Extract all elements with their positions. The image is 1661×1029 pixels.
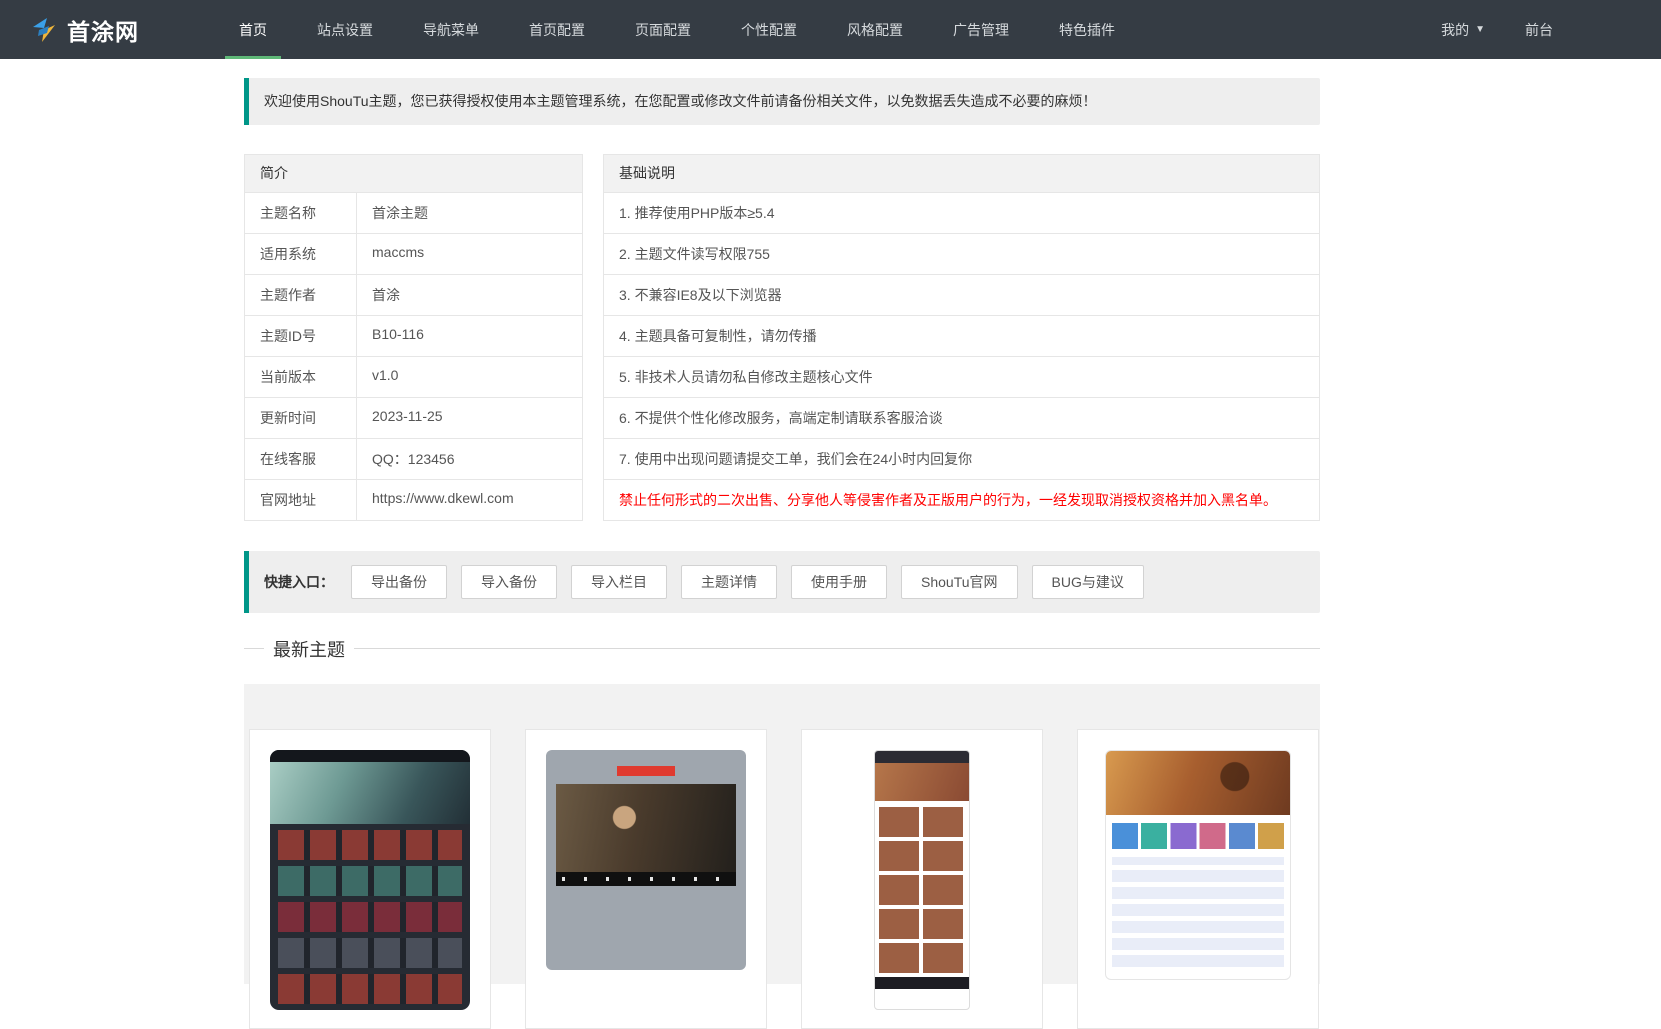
bug-suggestion-button[interactable]: BUG与建议 — [1031, 564, 1144, 599]
export-backup-button[interactable]: 导出备份 — [351, 564, 447, 599]
basics-item: 5. 非技术人员请勿私自修改主题核心文件 — [604, 355, 1319, 397]
intro-panel-title: 简介 — [245, 154, 582, 193]
nav-item-page-config[interactable]: 页面配置 — [610, 0, 716, 59]
intro-row-value: 首涂 — [372, 286, 400, 303]
chevron-down-icon: ▼ — [1475, 24, 1485, 35]
main-content: 欢迎使用ShouTu主题，您已获得授权使用本主题管理系统，在您配置或修改文件前请… — [244, 78, 1320, 1029]
import-categories-button[interactable]: 导入栏目 — [571, 564, 667, 599]
basics-item: 1. 推荐使用PHP版本≥5.4 — [619, 204, 775, 221]
intro-row-value: 2023-11-25 — [372, 407, 443, 424]
table-row: 更新时间 2023-11-25 — [245, 396, 582, 438]
table-row: 适用系统 maccms — [245, 232, 582, 274]
intro-row-label: 更新时间 — [245, 397, 357, 438]
basics-item: 7. 使用中出现问题请提交工单，我们会在24小时内回复你 — [604, 437, 1319, 479]
table-row: 主题作者 首涂 — [245, 273, 582, 315]
table-row: 官网地址 https://www.dkewl.com — [245, 478, 582, 520]
user-manual-button[interactable]: 使用手册 — [791, 564, 887, 599]
intro-row-value: QQ：123456 — [372, 450, 455, 467]
logo[interactable]: 首涂网 — [0, 13, 214, 47]
intro-row-label: 适用系统 — [245, 233, 357, 274]
intro-row-value: 首涂主题 — [372, 204, 428, 221]
intro-row-label: 在线客服 — [245, 438, 357, 479]
intro-row-label: 主题名称 — [245, 192, 357, 233]
table-row: 当前版本 v1.0 — [245, 355, 582, 397]
nav-item-nav-menu[interactable]: 导航菜单 — [398, 0, 504, 59]
nav-item-personal-config[interactable]: 个性配置 — [716, 0, 822, 59]
logo-text: 首涂网 — [67, 18, 139, 45]
intro-row-value: B10-116 — [372, 325, 424, 342]
theme-card-2[interactable] — [525, 728, 767, 1029]
nav-item-home[interactable]: 首页 — [214, 0, 292, 59]
intro-row-value: https://www.dkewl.com — [372, 489, 514, 506]
nav-item-style-config[interactable]: 风格配置 — [822, 0, 928, 59]
import-backup-button[interactable]: 导入备份 — [461, 564, 557, 599]
basics-panel-title: 基础说明 — [604, 154, 1319, 193]
basics-panel: 基础说明 1. 推荐使用PHP版本≥5.4 2. 主题文件读写权限755 3. … — [603, 153, 1320, 521]
info-panels: 简介 主题名称 首涂主题 适用系统 maccms 主题作者 首涂 主题ID号 B… — [244, 153, 1320, 521]
nav-item-ad-management[interactable]: 广告管理 — [928, 0, 1034, 59]
top-navbar: 首涂网 首页 站点设置 导航菜单 首页配置 页面配置 个性配置 风格配置 广告管… — [0, 0, 1661, 59]
latest-themes-heading: 最新主题 — [244, 636, 1320, 662]
theme-card-3[interactable] — [801, 728, 1043, 1029]
welcome-notice: 欢迎使用ShouTu主题，您已获得授权使用本主题管理系统，在您配置或修改文件前请… — [244, 78, 1320, 125]
theme-thumbnail-video-player — [546, 749, 746, 970]
table-row: 主题ID号 B10-116 — [245, 314, 582, 356]
quick-entry-bar: 快捷入口： 导出备份 导入备份 导入栏目 主题详情 使用手册 ShouTu官网 … — [244, 550, 1320, 613]
intro-row-value: v1.0 — [372, 366, 399, 383]
theme-card-1[interactable] — [249, 728, 491, 1029]
front-site-link[interactable]: 前台 — [1525, 20, 1553, 40]
main-nav: 首页 站点设置 导航菜单 首页配置 页面配置 个性配置 风格配置 广告管理 特色… — [214, 0, 1140, 59]
basics-item: 6. 不提供个性化修改服务，高端定制请联系客服洽谈 — [604, 396, 1319, 438]
logo-icon — [30, 16, 58, 44]
theme-thumbnail-mobile-app — [874, 749, 970, 1010]
theme-thumbnail-game-site — [1105, 749, 1291, 980]
my-account-label: 我的 — [1441, 21, 1470, 38]
basics-item: 3. 不兼容IE8及以下浏览器 — [604, 273, 1319, 315]
my-account-menu[interactable]: 我的 ▼ — [1441, 20, 1485, 40]
latest-themes-panel — [244, 683, 1320, 1029]
nav-item-site-settings[interactable]: 站点设置 — [292, 0, 398, 59]
intro-row-value: maccms — [372, 243, 425, 260]
shoutu-official-site-button[interactable]: ShouTu官网 — [901, 564, 1018, 599]
player-badge — [617, 765, 675, 776]
intro-row-label: 官网地址 — [245, 479, 357, 520]
piracy-warning-text: 禁止任何形式的二次出售、分享他人等侵害作者及正版用户的行为，一经发现取消授权资格… — [604, 478, 1319, 520]
basics-item: 2. 主题文件读写权限755 — [604, 232, 1319, 274]
player-controls-bar — [556, 871, 736, 886]
latest-themes-title-text: 最新主题 — [273, 639, 345, 660]
intro-row-label: 主题作者 — [245, 274, 357, 315]
intro-row-label: 主题ID号 — [245, 315, 357, 356]
table-row: 在线客服 QQ：123456 — [245, 437, 582, 479]
table-row: 主题名称 首涂主题 — [245, 192, 582, 233]
intro-row-label: 当前版本 — [245, 356, 357, 397]
theme-card-4[interactable] — [1077, 728, 1319, 1029]
nav-item-featured-plugins[interactable]: 特色插件 — [1034, 0, 1140, 59]
nav-item-home-config[interactable]: 首页配置 — [504, 0, 610, 59]
intro-panel: 简介 主题名称 首涂主题 适用系统 maccms 主题作者 首涂 主题ID号 B… — [244, 153, 583, 521]
theme-details-button[interactable]: 主题详情 — [681, 564, 777, 599]
basics-item: 4. 主题具备可复制性，请勿传播 — [604, 314, 1319, 356]
navbar-right: 我的 ▼ 前台 — [1441, 20, 1661, 40]
quick-entry-label: 快捷入口： — [264, 573, 334, 590]
theme-thumbnail-dark-movie — [270, 749, 470, 1010]
